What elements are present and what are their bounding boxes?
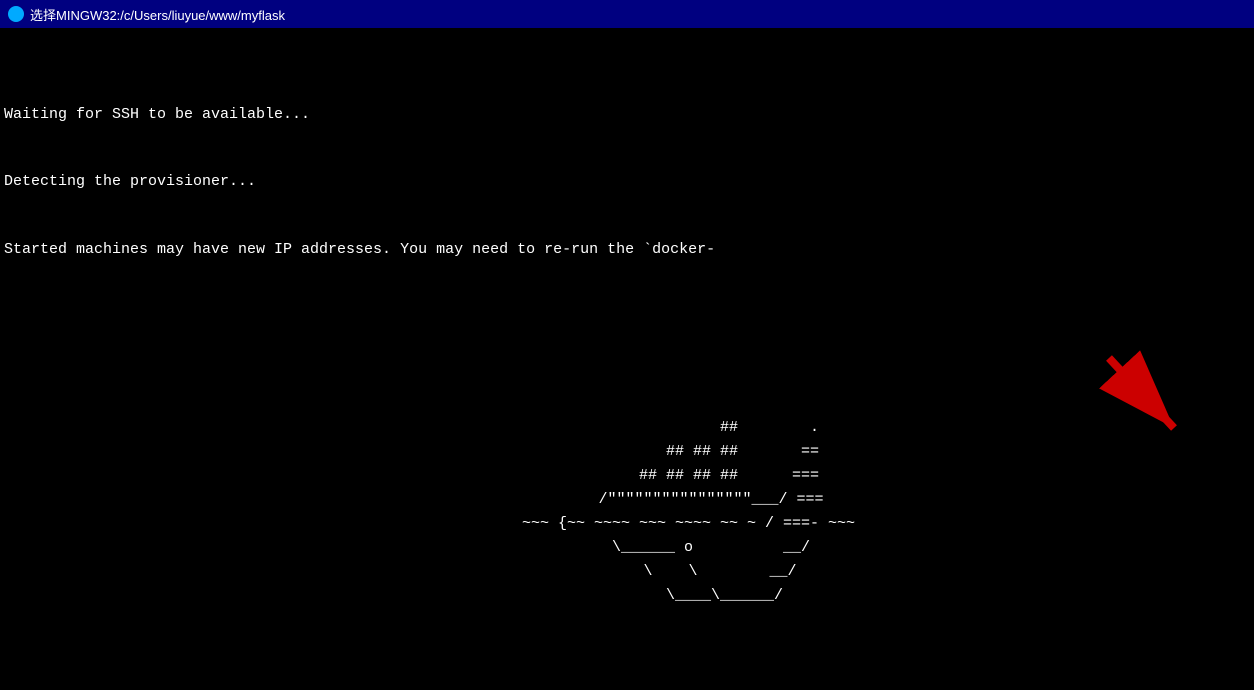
docker-ascii-art: ## . ## ## ## == ## ## ## ## === /""""""… [4,371,1250,653]
terminal-line-2: Detecting the provisioner... [4,171,1250,194]
title-bar: 选择MINGW32:/c/Users/liuyue/www/myflask [0,0,1254,28]
terminal-line-3: Started machines may have new IP address… [4,239,1250,262]
terminal-line-1: Waiting for SSH to be available... [4,104,1250,127]
terminal-window[interactable]: Waiting for SSH to be available... Detec… [0,28,1254,690]
red-arrow-icon [1079,348,1199,448]
title-bar-icon [8,6,24,22]
title-bar-text: 选择MINGW32:/c/Users/liuyue/www/myflask [30,5,285,24]
